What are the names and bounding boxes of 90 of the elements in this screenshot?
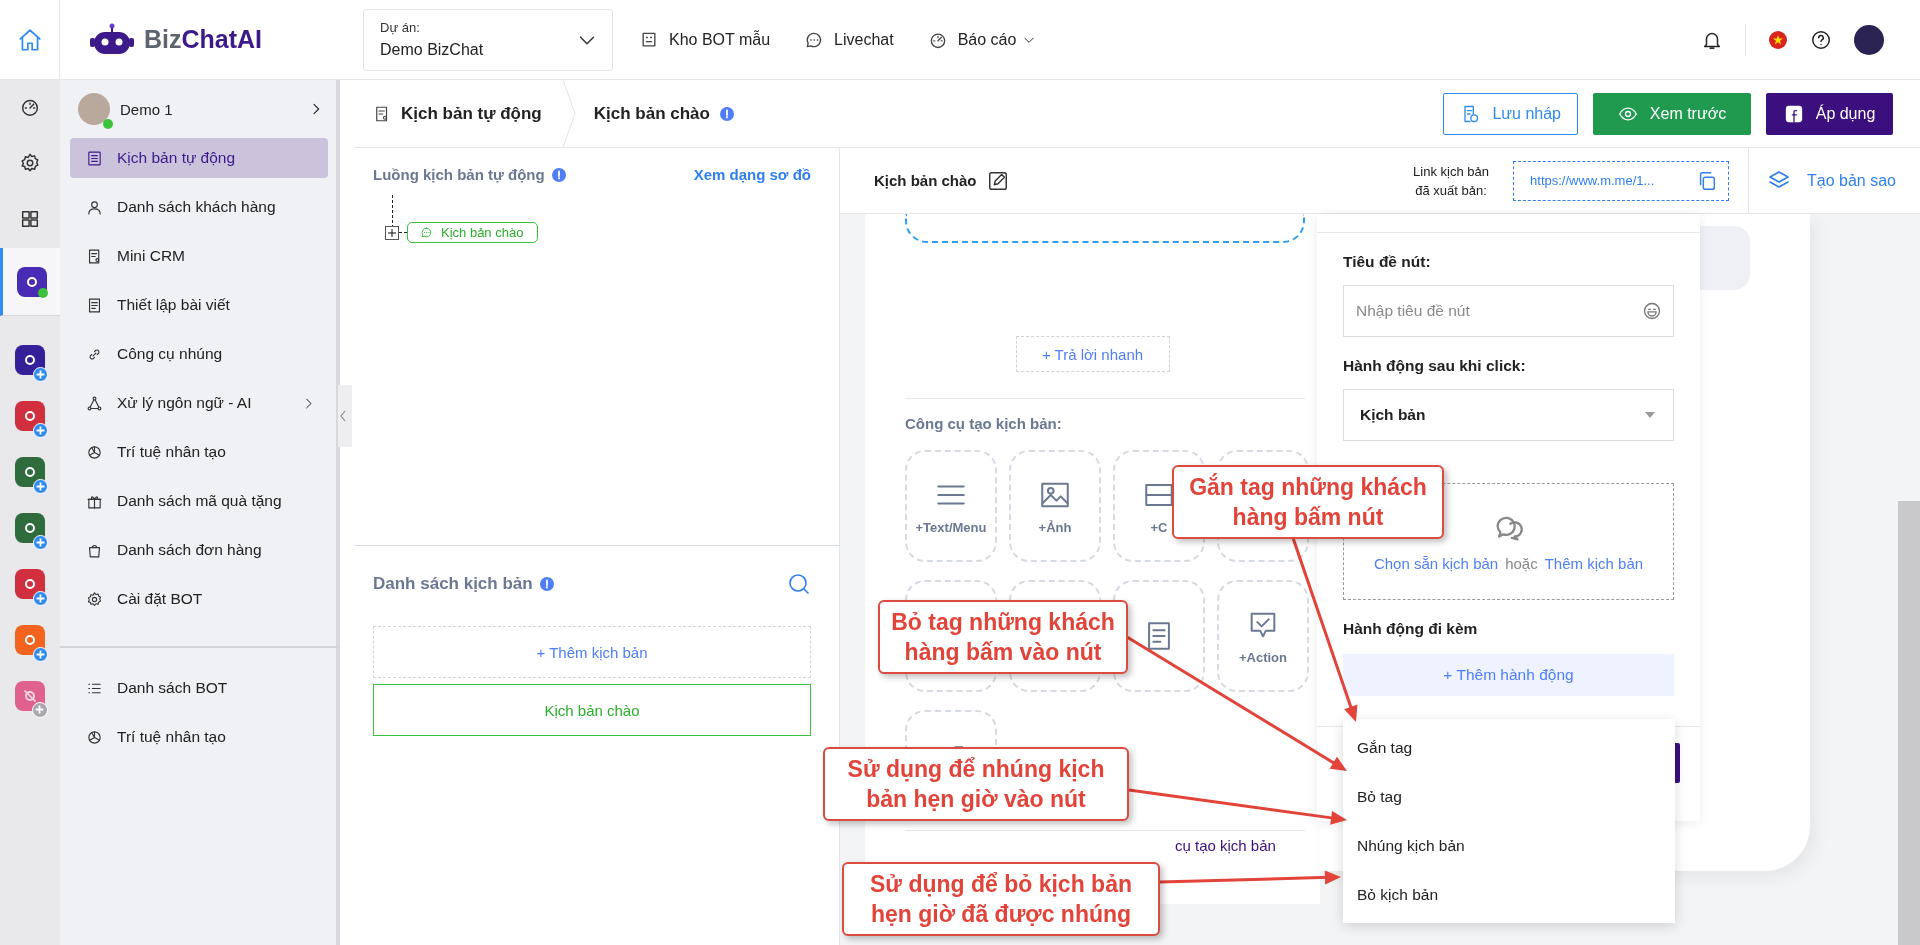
grid-icon[interactable]: [19, 208, 41, 230]
link-field[interactable]: https://www.m.me/1...: [1513, 160, 1730, 201]
expand-icon[interactable]: [385, 225, 399, 240]
collapse-handle[interactable]: [338, 385, 352, 447]
add-script-link[interactable]: Thêm kịch bản: [1544, 555, 1644, 572]
info-icon[interactable]: [551, 167, 566, 182]
messenger-icon: [420, 226, 433, 239]
list-icon: [86, 149, 103, 167]
app-icon[interactable]: [15, 345, 45, 375]
robot-logo-icon: [90, 22, 134, 57]
sidebar-item[interactable]: Cài đặt BOT: [70, 579, 328, 619]
settings-icon: [86, 590, 103, 608]
sidebar-item[interactable]: Mini CRM: [70, 236, 328, 276]
sidebar-item[interactable]: Danh sách đơn hàng: [70, 530, 328, 570]
app-icon[interactable]: [15, 513, 45, 543]
annotation-tooltip: Bỏ tag những khách hàng bấm vào nút: [878, 600, 1128, 674]
nav-link[interactable]: Kho BOT mẫu: [639, 29, 771, 50]
nav-link[interactable]: Livechat: [804, 29, 894, 50]
nodes-icon: [86, 394, 103, 412]
document-icon: [86, 296, 103, 314]
or-text: hoặc: [1505, 555, 1538, 572]
preview-button[interactable]: Xem trước: [1593, 92, 1751, 135]
plus-icon[interactable]: [33, 535, 48, 550]
project-select[interactable]: Dự án: Demo BizChat: [363, 8, 613, 71]
settings-icon[interactable]: [19, 152, 41, 174]
plus-icon[interactable]: [33, 367, 48, 382]
annotation-tooltip: Sử dụng để bỏ kịch bản hẹn giờ đã được nhúng: [842, 862, 1160, 936]
sidebar-item[interactable]: Thiết lập bài viết: [70, 285, 328, 325]
field-label: Tiêu đề nút:: [1343, 253, 1432, 271]
emoji-icon[interactable]: [1642, 301, 1662, 321]
flag-icon[interactable]: [1768, 29, 1788, 50]
script-title: Kịch bản chào: [874, 172, 977, 189]
plus-icon[interactable]: [33, 479, 48, 494]
sidebar-item[interactable]: Trí tuệ nhân tạo: [70, 717, 328, 757]
help-icon[interactable]: [1810, 28, 1832, 51]
breadcrumb-current: Kịch bản chào: [593, 103, 710, 124]
app-icon[interactable]: [16, 266, 47, 297]
nav-link[interactable]: Báo cáo: [927, 29, 1037, 50]
duplicate-link[interactable]: Tạo bản sao: [1748, 147, 1920, 214]
sidebar-item[interactable]: Danh sách khách hàng: [70, 187, 328, 227]
annotation-tooltip: Sử dụng để nhúng kịch bản hẹn giờ vào nút: [823, 747, 1129, 821]
sidebar-item[interactable]: Công cụ nhúng: [70, 334, 328, 374]
save-draft-button[interactable]: Lưu nháp: [1443, 92, 1578, 135]
search-icon[interactable]: [787, 572, 811, 596]
info-icon[interactable]: [539, 577, 554, 591]
tools-title: Công cụ tạo kịch bản:: [905, 415, 1063, 432]
caret-icon: [1645, 412, 1655, 418]
sidebar-item[interactable]: Danh sách BOT: [70, 668, 328, 708]
info-icon[interactable]: [719, 106, 734, 121]
plus-icon[interactable]: [33, 591, 48, 606]
edit-icon[interactable]: [986, 169, 1009, 192]
app-icon[interactable]: [15, 457, 45, 487]
swirl-icon: [86, 728, 103, 746]
quick-reply-button[interactable]: + Trả lời nhanh: [1015, 336, 1170, 372]
field-label: Hành động sau khi click:: [1343, 357, 1527, 375]
link-label: Link kịch bản đã xuất bản:: [1412, 162, 1490, 200]
tool-tile[interactable]: +Text/Menu: [905, 450, 997, 562]
guide-link[interactable]: cụ tạo kịch bản: [1175, 837, 1305, 854]
swirl-icon: [86, 443, 103, 461]
add-script-button[interactable]: + Thêm kịch bản: [373, 626, 811, 678]
plus-icon[interactable]: [33, 423, 48, 438]
tool-tile[interactable]: +Action: [1217, 580, 1309, 692]
menu-item[interactable]: Gắn tag: [1343, 723, 1675, 772]
sidebar-item[interactable]: Trí tuệ nhân tạo: [70, 432, 328, 472]
annotation-tooltip: Gắn tag những khách hàng bấm nút: [1172, 465, 1444, 539]
user-name[interactable]: Demo 1: [120, 100, 173, 118]
app-icon[interactable]: [15, 569, 45, 599]
apply-button[interactable]: Áp dụng: [1766, 92, 1893, 135]
sidebar-item[interactable]: Kịch bản tự động: [70, 138, 328, 178]
tool-tile[interactable]: +Ảnh: [1009, 450, 1101, 562]
menu-item[interactable]: Bỏ kịch bản: [1343, 870, 1675, 919]
sidebar-item[interactable]: Danh sách mã quà tặng: [70, 481, 328, 521]
logo-text: BizChatAI: [144, 25, 263, 54]
menu-item[interactable]: Nhúng kịch bản: [1343, 821, 1675, 870]
scrollbar[interactable]: [1898, 501, 1920, 945]
action-select[interactable]: Kịch bản: [1343, 389, 1674, 441]
breadcrumb-link[interactable]: Kịch bản tự động: [373, 103, 542, 124]
app-icon[interactable]: [15, 401, 45, 431]
diagram-view-link[interactable]: Xem dạng sơ đồ: [693, 166, 811, 183]
person-icon: [86, 198, 103, 216]
button-title-field[interactable]: Nhập tiêu đề nút: [1343, 285, 1674, 337]
section-title: Luồng kịch bản tự động: [373, 166, 545, 183]
menu-item[interactable]: Bỏ tag: [1343, 772, 1675, 821]
section-title: Danh sách kịch bản: [373, 574, 533, 594]
choose-script-link[interactable]: Chọn sẵn kịch bản: [1373, 555, 1499, 572]
facebook-icon: [1783, 103, 1804, 124]
sidebar-item[interactable]: Xử lý ngôn ngữ - AI: [70, 383, 328, 423]
field-label: Hành động đi kèm: [1343, 620, 1479, 638]
dashed-add-area[interactable]: [905, 214, 1305, 243]
account-avatar[interactable]: [1854, 24, 1884, 55]
